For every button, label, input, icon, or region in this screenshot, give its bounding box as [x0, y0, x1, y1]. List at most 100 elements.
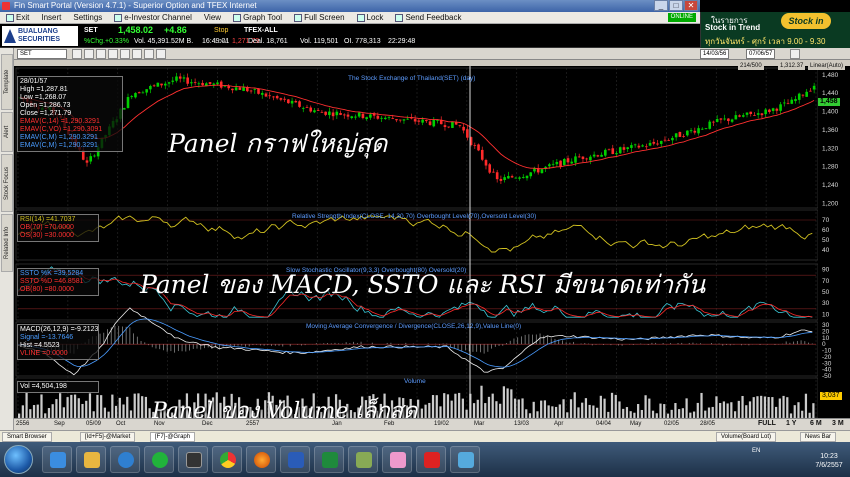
taskbar-app[interactable]: [178, 446, 208, 473]
candle-body: [738, 115, 741, 117]
menu-exit[interactable]: Exit: [0, 12, 35, 23]
menu-send-feedback[interactable]: Send Feedback: [389, 12, 467, 23]
rsi-axis-tick: 60: [822, 227, 830, 234]
maximize-button[interactable]: □: [669, 0, 683, 11]
side-tab-alert[interactable]: Alert: [1, 112, 13, 152]
menu-settings[interactable]: Settings: [67, 12, 108, 23]
volume-bar: [66, 397, 69, 418]
candle-body: [89, 156, 93, 162]
tab-volume-board-lot[interactable]: Volume(Board Lot): [716, 432, 777, 442]
volume-bar: [719, 403, 722, 418]
volume-bar: [29, 409, 32, 418]
system-clock[interactable]: 10:23 7/6/2557: [812, 452, 846, 470]
channel-icon: [114, 13, 123, 22]
tfex-time: 22:29:48: [388, 38, 416, 45]
taskbar-media[interactable]: [110, 446, 140, 473]
volume-bar: [476, 399, 479, 418]
tab-graph[interactable]: [F7]-@Graph: [150, 432, 196, 442]
ad-banner[interactable]: ในรายการ Stock in Trend Stock in Trend ท…: [700, 12, 850, 48]
tfex-label: TFEX-ALL: [244, 27, 278, 34]
menu-insert[interactable]: Insert: [35, 12, 67, 23]
candle-body: [473, 145, 477, 146]
candle-body: [745, 112, 749, 115]
volume-bar: [525, 409, 528, 418]
taskbar-excel[interactable]: [314, 446, 344, 473]
volume-bar: [584, 398, 588, 418]
language-indicator[interactable]: EN: [752, 448, 760, 454]
taskbar-tool[interactable]: [348, 446, 378, 473]
volume-bar: [443, 393, 446, 418]
date-to-input[interactable]: 07/06/57: [746, 49, 776, 59]
candle-body: [577, 156, 581, 158]
taskbar-explorer[interactable]: [76, 446, 106, 473]
menu-lock[interactable]: Lock: [351, 12, 390, 23]
scale-mode[interactable]: Linear(Auto): [808, 62, 846, 70]
side-tab-stock-focus[interactable]: Stock Focus: [1, 154, 13, 212]
timeframe-6m[interactable]: 6 M: [810, 420, 822, 427]
menu-e-investor[interactable]: e-Investor Channel: [108, 12, 198, 23]
cursor-icon[interactable]: [120, 49, 130, 59]
menu-view[interactable]: View: [198, 12, 227, 23]
timeframe-full[interactable]: FULL: [758, 420, 776, 427]
taskbar-chrome[interactable]: [212, 446, 242, 473]
candle-tool-icon[interactable]: [84, 49, 94, 59]
volume-bar: [420, 408, 423, 418]
minimize-button[interactable]: _: [654, 0, 668, 11]
tab-market[interactable]: [Id+F5]-@Market: [80, 432, 136, 442]
extra-app-icon: [458, 452, 474, 468]
taskbar-extra[interactable]: [450, 446, 480, 473]
status-bar: Smart Browser [Id+F5]-@Market [F7]-@Grap…: [0, 430, 850, 442]
zoom-out-icon[interactable]: [108, 49, 118, 59]
volume-bar: [681, 408, 684, 418]
candle-body: [689, 130, 693, 132]
text-tool-icon[interactable]: [156, 49, 166, 59]
side-tab-related-info[interactable]: Related Info: [1, 214, 13, 272]
volume-bar: [510, 389, 513, 418]
date-from-input[interactable]: 14/03/56: [700, 49, 730, 59]
volume-info-box: Vol =4,504,198: [17, 381, 99, 393]
macd-panel-title: Moving Average Convergence / Divergence(…: [306, 323, 522, 330]
time-axis-tick: Dec: [202, 421, 213, 427]
candle-body: [779, 104, 782, 111]
taskbar-paint[interactable]: [382, 446, 412, 473]
volume-bar: [25, 392, 28, 418]
taskbar-firefox[interactable]: [246, 446, 276, 473]
time-axis-tick: 13/03: [514, 421, 530, 427]
taskbar-word[interactable]: [280, 446, 310, 473]
tab-smart-browser[interactable]: Smart Browser: [2, 432, 52, 442]
time-axis-tick: 28/05: [700, 421, 716, 427]
start-button[interactable]: [4, 445, 33, 474]
candle-body: [712, 121, 715, 123]
candle-body: [163, 83, 167, 86]
tab-news-bar[interactable]: News Bar: [800, 432, 837, 442]
timeframe-1y[interactable]: 1 Y: [786, 420, 796, 427]
time-axis-tick: 02/05: [664, 421, 680, 427]
fibonacci-icon[interactable]: [144, 49, 154, 59]
zoom-in-icon[interactable]: [96, 49, 106, 59]
taskbar-ie[interactable]: [42, 446, 72, 473]
candle-body: [521, 176, 525, 178]
price-axis-tick: 1,320: [822, 145, 839, 152]
refresh-icon[interactable]: [790, 49, 800, 59]
taskbar-fin-smart[interactable]: [416, 446, 446, 473]
symbol-input[interactable]: SET: [17, 49, 67, 59]
app-icon: [2, 2, 10, 10]
trend-line-icon[interactable]: [132, 49, 142, 59]
line-tool-icon[interactable]: [72, 49, 82, 59]
set-chg-pct: %Chg.+0.33%: [84, 38, 129, 45]
timeframe-3m[interactable]: 3 M: [832, 420, 844, 427]
menu-graph-tool[interactable]: Graph Tool: [227, 12, 288, 23]
time-axis-tick: Mar: [474, 421, 485, 427]
side-tab-template[interactable]: Template: [1, 54, 13, 110]
candle-body: [272, 96, 275, 98]
candle-body: [704, 128, 708, 129]
close-button[interactable]: ✕: [684, 0, 698, 11]
time-axis-tick: 2557: [246, 421, 260, 427]
candle-body: [387, 116, 391, 118]
volume-last-tag: 3,037: [820, 392, 842, 400]
volume-bar: [540, 400, 543, 418]
chart-canvas[interactable]: 1,480 1,440 1,400 1,360 1,320 1,280 1,240 1,200…: [14, 60, 850, 418]
candle-body: [443, 125, 447, 127]
menu-full-screen[interactable]: Full Screen: [288, 12, 350, 23]
taskbar-line[interactable]: [144, 446, 174, 473]
